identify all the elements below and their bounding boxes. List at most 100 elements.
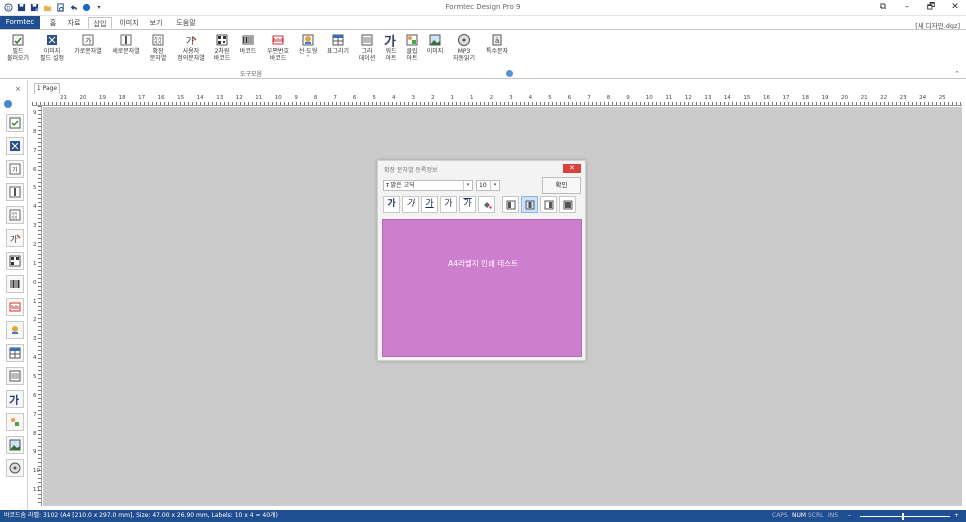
tool-barcode[interactable] xyxy=(6,275,24,293)
ok-button[interactable]: 확인 xyxy=(542,177,581,194)
tool-postal-barcode[interactable] xyxy=(6,298,24,316)
ribbon-group-label: 도구모음 xyxy=(240,71,263,78)
ribbon-gradient-button[interactable]: 그라 데이션 xyxy=(355,33,379,62)
align-right-button[interactable] xyxy=(540,196,557,213)
ribbon-extended-text-button[interactable]: 가가 가가 확장 문자열 xyxy=(146,33,170,62)
text-preview-area[interactable]: A4라벨지 인쇄 테스트 xyxy=(382,219,582,357)
ribbon-postal-barcode-button[interactable]: 우편번호 바코드 xyxy=(262,33,294,62)
ribbon-2d-barcode-button[interactable]: 2차원 바코드 xyxy=(210,33,234,62)
tab-help[interactable]: 도움말 xyxy=(172,17,200,29)
ruler-label: 13 xyxy=(216,95,224,101)
dialog-close-button[interactable]: ✕ xyxy=(563,164,581,173)
font-name-select[interactable]: Ŧ 맑은 고딕 ▾ xyxy=(383,180,473,191)
tool-shape[interactable] xyxy=(6,321,24,339)
ribbon-special-char-button[interactable]: ä 특수문자 xyxy=(482,33,512,55)
tool-custom-text[interactable]: 가 xyxy=(6,229,24,247)
2d-barcode-icon xyxy=(215,33,229,47)
zoom-in-button[interactable]: + xyxy=(954,510,959,522)
minimize-icon[interactable]: – xyxy=(902,2,912,13)
tab-view[interactable]: 보기 xyxy=(146,17,166,29)
tab-data[interactable]: 자료 xyxy=(64,17,84,29)
ribbon-horizontal-text-button[interactable]: 가 가로문자열 xyxy=(70,33,106,55)
ruler-label: 19 xyxy=(821,95,829,101)
align-left-button[interactable] xyxy=(502,196,519,213)
tool-clipart[interactable] xyxy=(6,413,24,431)
strikethrough-button[interactable]: 가 xyxy=(440,196,457,213)
document-tab[interactable]: 1 Page xyxy=(34,83,60,94)
gradient-icon xyxy=(9,370,21,382)
tool-vertical-text[interactable] xyxy=(6,183,24,201)
ruler-label: 24 xyxy=(919,95,927,101)
ruler-label: 4 xyxy=(391,95,396,101)
tool-picture[interactable] xyxy=(6,436,24,454)
toolbox-pin-icon[interactable] xyxy=(4,100,12,108)
ribbon-field-load-button[interactable]: 필드 불러오기 xyxy=(4,33,32,62)
paint-bucket-icon xyxy=(483,202,492,209)
close-icon[interactable]: ✕ xyxy=(950,2,960,13)
2d-barcode-icon xyxy=(9,255,21,267)
ribbon-clipart-button[interactable]: 클립 아트 xyxy=(401,33,423,62)
ruler-label: 3 xyxy=(33,336,37,343)
tool-table[interactable] xyxy=(6,344,24,362)
dialog-title: 확장 문자열 등록정보 xyxy=(384,167,438,174)
title-bar: D ▾ Formtec Design Pro 9 ⧉ – 🗗 ✕ xyxy=(0,0,966,16)
ribbon-display-icon[interactable]: ⧉ xyxy=(878,2,888,13)
postal-barcode-icon xyxy=(9,302,21,312)
mp3-icon xyxy=(9,462,21,474)
align-right-icon xyxy=(544,200,553,210)
ribbon-collapse-icon[interactable]: ⌃ xyxy=(954,70,960,78)
ribbon-picture-button[interactable]: 이미지 xyxy=(424,33,446,55)
zoom-slider-track[interactable] xyxy=(860,516,950,517)
italic-button[interactable]: 가 xyxy=(402,196,419,213)
ruler-label: 8 xyxy=(33,430,37,437)
ruler-label: 14 xyxy=(723,95,731,101)
label-info-text: 바코드솜 라벨: 3102 (A4 [210.0 x 297.0 mm], Si… xyxy=(4,512,278,519)
ruler-label: 4 xyxy=(33,204,37,211)
tool-extended-text[interactable]: 가가 가가 xyxy=(6,206,24,224)
font-size-select[interactable]: 10 ▾ xyxy=(476,180,500,191)
tool-wordart[interactable]: 가 xyxy=(6,390,24,408)
ruler-label: 17 xyxy=(782,95,790,101)
zoom-slider-thumb[interactable] xyxy=(902,513,904,520)
ribbon-custom-text-button[interactable]: 가 사용자 정의문자열 xyxy=(174,33,208,62)
ribbon-vertical-text-button[interactable]: 세로문자열 xyxy=(108,33,144,55)
ribbon-panel: 필드 불러오기 이미지 필드 설정 가 가로문자열 세로문자열 가가 가가 확장 문자열… xyxy=(0,29,966,79)
align-center-button[interactable] xyxy=(521,196,538,213)
ruler-label: 21 xyxy=(60,95,67,101)
svg-text:가: 가 xyxy=(10,235,18,244)
vertical-text-icon xyxy=(119,33,133,47)
zoom-out-button[interactable]: – xyxy=(848,510,851,522)
svg-text:ä: ä xyxy=(495,37,499,45)
tool-image-field[interactable] xyxy=(6,137,24,155)
tool-gradient[interactable] xyxy=(6,367,24,385)
restore-icon[interactable]: 🗗 xyxy=(926,2,936,13)
ruler-label: 8 xyxy=(313,95,318,101)
ruler-label: 23 xyxy=(899,95,907,101)
toolbox-panel: × 가 가가 가가 가 가 xyxy=(0,80,28,510)
ribbon-image-field-button[interactable]: 이미지 필드 설정 xyxy=(38,33,66,62)
ribbon-barcode-button[interactable]: 바코드 xyxy=(236,33,260,55)
tool-2d-barcode[interactable] xyxy=(6,252,24,270)
underline-button[interactable]: 가 xyxy=(421,196,438,213)
ribbon-table-button[interactable]: 표그리기 xyxy=(324,33,352,55)
tab-home[interactable]: 홈 xyxy=(46,17,60,29)
tool-field-load[interactable] xyxy=(6,114,24,132)
ribbon-shape-button[interactable]: 선·도형 ˅ xyxy=(296,33,320,62)
svg-text:가가: 가가 xyxy=(11,215,18,220)
tool-mp3[interactable] xyxy=(6,459,24,477)
tab-file[interactable]: Formtec xyxy=(0,16,40,29)
app-title: Formtec Design Pro 9 xyxy=(445,3,521,11)
ribbon-wordart-button[interactable]: 가 워드 아트 xyxy=(380,33,402,62)
ruler-label: 19 xyxy=(99,95,107,101)
toolbox-close-icon[interactable]: × xyxy=(15,85,21,93)
barcode-icon xyxy=(10,280,20,288)
tab-image[interactable]: 이미지 xyxy=(116,17,142,29)
group-launcher-icon[interactable] xyxy=(506,70,513,77)
overline-button[interactable]: 가 xyxy=(459,196,476,213)
tab-insert[interactable]: 삽입 xyxy=(88,17,112,29)
bold-button[interactable]: 가 xyxy=(383,196,400,213)
ribbon-mp3-button[interactable]: MP3 자동읽기 xyxy=(450,33,478,62)
tool-horizontal-text[interactable]: 가 xyxy=(6,160,24,178)
text-color-button[interactable] xyxy=(478,196,495,213)
align-justify-button[interactable] xyxy=(559,196,576,213)
